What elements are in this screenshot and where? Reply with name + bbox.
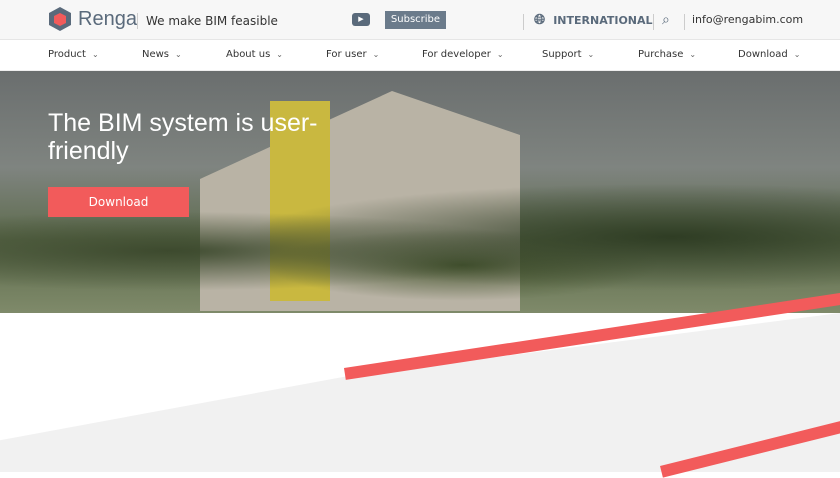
top-bar: Renga We make BIM feasible ▶ Subscribe 🌐… (0, 0, 840, 40)
renga-logo-icon (49, 7, 71, 31)
nav-purchase[interactable]: Purchase ⌄ (638, 49, 696, 60)
main-nav: Product ⌄ News ⌄ About us ⌄ For user ⌄ For d… (0, 40, 840, 71)
nav-news[interactable]: News ⌄ (142, 49, 182, 60)
chevron-down-icon: ⌄ (793, 50, 801, 59)
chevron-down-icon: ⌄ (689, 50, 697, 59)
brand-name: Renga (78, 7, 137, 30)
divider (653, 14, 654, 30)
divider (684, 14, 685, 30)
nav-for-user[interactable]: For user ⌄ (326, 49, 379, 60)
download-button[interactable]: Download (48, 187, 189, 217)
chevron-down-icon: ⌄ (587, 50, 595, 59)
decorative-background (0, 313, 840, 472)
logo[interactable]: Renga (48, 6, 137, 32)
divider (137, 13, 138, 29)
hero-banner: The BIM system is user-friendly Download (0, 71, 840, 313)
chevron-down-icon: ⌄ (372, 50, 380, 59)
nav-about-us[interactable]: About us ⌄ (226, 49, 283, 60)
nav-download[interactable]: Download ⌄ (738, 49, 800, 60)
chevron-down-icon: ⌄ (496, 50, 504, 59)
chevron-down-icon: ⌄ (91, 50, 99, 59)
tagline: We make BIM feasible (146, 14, 278, 28)
youtube-icon[interactable]: ▶ (352, 13, 370, 26)
divider (523, 14, 524, 30)
chevron-down-icon: ⌄ (175, 50, 182, 59)
chevron-down-icon: ⌄ (276, 50, 283, 59)
region-label: INTERNATIONAL (553, 13, 653, 27)
nav-support[interactable]: Support ⌄ (542, 49, 594, 60)
region-selector[interactable]: 🌐︎ INTERNATIONAL (534, 12, 653, 28)
subscribe-button[interactable]: Subscribe (385, 11, 446, 29)
hero-title: The BIM system is user-friendly (48, 109, 318, 165)
nav-product[interactable]: Product ⌄ (48, 49, 99, 60)
nav-for-developer[interactable]: For developer ⌄ (422, 49, 504, 60)
search-icon[interactable]: ⌕ (662, 12, 670, 28)
globe-icon: 🌐︎ (534, 12, 546, 28)
email-link[interactable]: info@rengabim.com (692, 13, 803, 26)
